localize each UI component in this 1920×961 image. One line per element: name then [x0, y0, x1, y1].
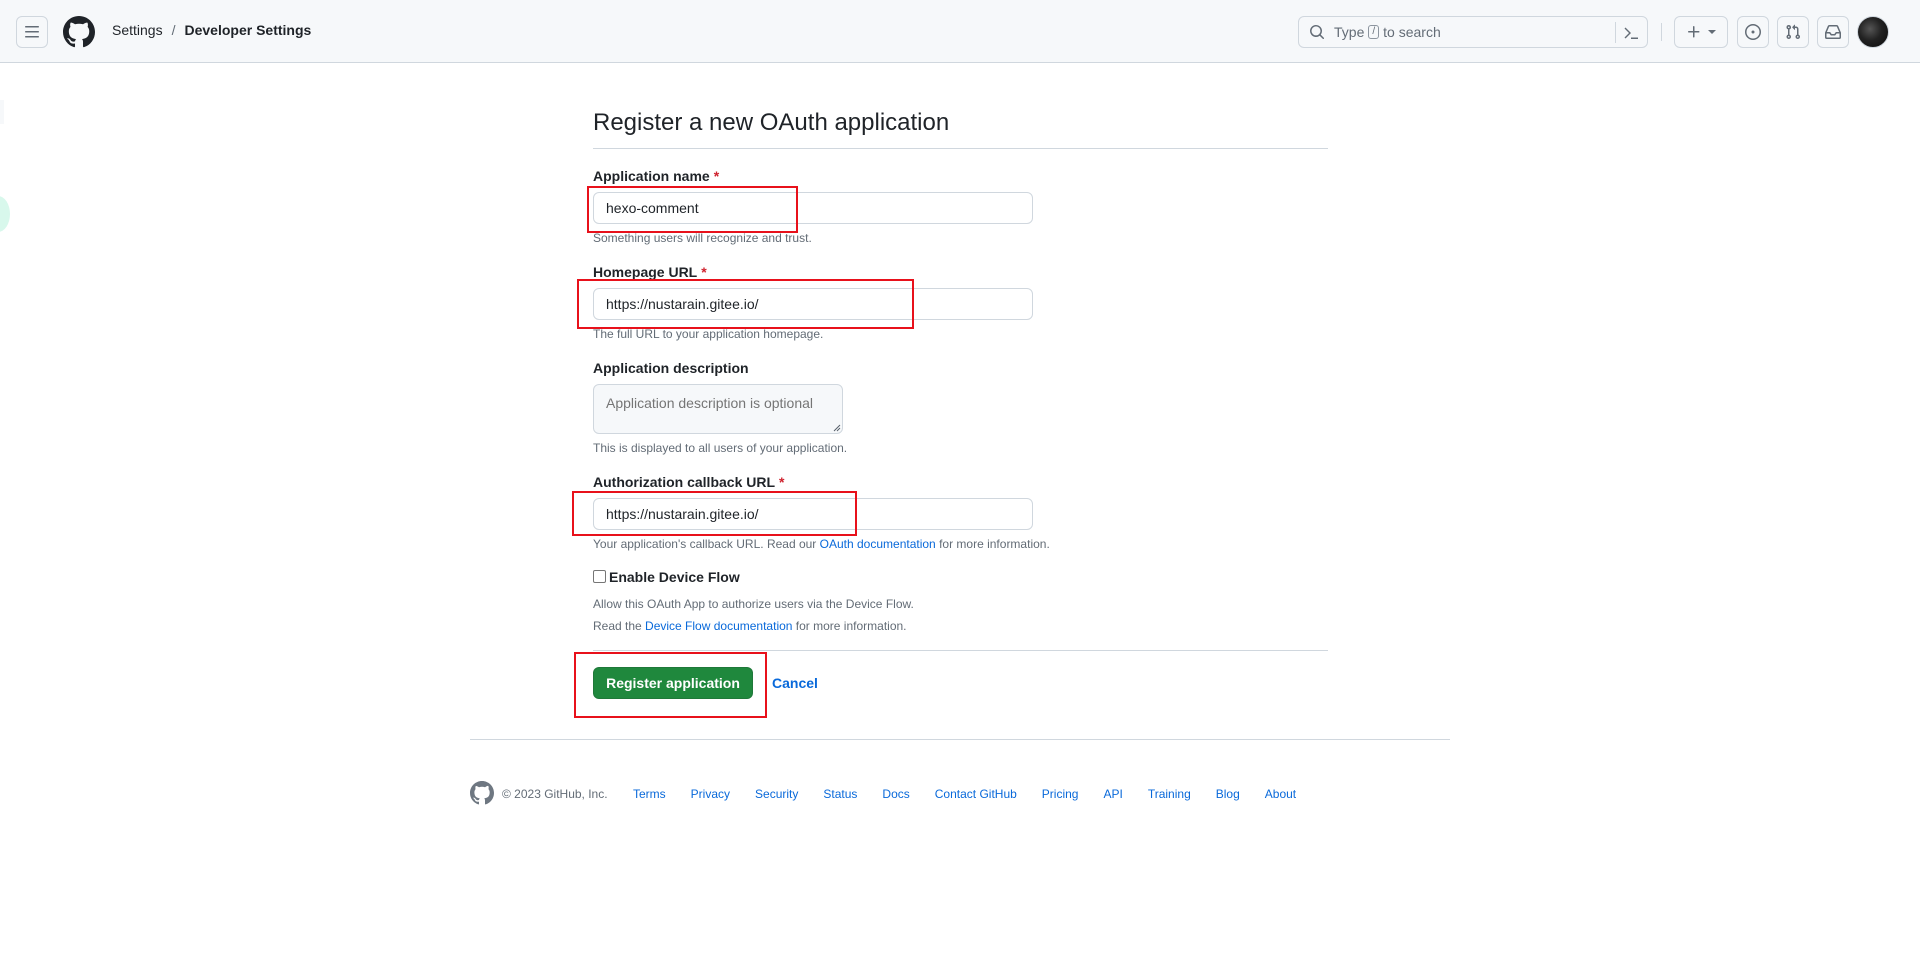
footer-divider — [470, 739, 1450, 740]
callback-note-suffix: for more information. — [939, 537, 1050, 551]
callback-url-label: Authorization callback URL * — [593, 474, 784, 490]
device-flow-note-suffix: for more information. — [795, 619, 907, 633]
app-description-textarea[interactable] — [593, 384, 843, 434]
search-input[interactable]: Type / to search — [1298, 16, 1648, 48]
footer-link-blog[interactable]: Blog — [1216, 787, 1240, 801]
homepage-url-label: Homepage URL * — [593, 264, 707, 280]
device-flow-note: Allow this OAuth App to authorize users … — [593, 597, 914, 611]
cancel-link[interactable]: Cancel — [772, 675, 818, 691]
breadcrumb-developer-settings[interactable]: Developer Settings — [184, 22, 311, 38]
header-divider — [1661, 23, 1662, 41]
footer-link-pricing[interactable]: Pricing — [1042, 787, 1079, 801]
app-name-label-text: Application name — [593, 168, 710, 184]
footer-links: Terms Privacy Security Status Docs Conta… — [633, 787, 1321, 801]
search-divider — [1615, 22, 1616, 43]
title-divider — [593, 148, 1328, 149]
footer-link-about[interactable]: About — [1265, 787, 1296, 801]
resize-grip-icon[interactable] — [833, 424, 841, 432]
required-marker: * — [779, 474, 785, 490]
footer-link-status[interactable]: Status — [823, 787, 857, 801]
highlight-box-homepage-url — [577, 279, 914, 329]
app-description-note: This is displayed to all users of your a… — [593, 441, 848, 455]
highlight-box-callback-url — [572, 491, 857, 536]
breadcrumb: Settings / Developer Settings — [112, 22, 311, 38]
callback-note-prefix: Your application's callback URL. Read ou… — [593, 537, 817, 551]
breadcrumb-settings[interactable]: Settings — [112, 22, 163, 38]
inbox-button[interactable] — [1817, 16, 1849, 48]
menu-button[interactable] — [16, 16, 48, 48]
create-new-button[interactable] — [1674, 16, 1728, 48]
app-name-note: Something users will recognize and trust… — [593, 231, 812, 245]
search-icon — [1310, 25, 1325, 40]
footer-link-security[interactable]: Security — [755, 787, 798, 801]
homepage-url-label-text: Homepage URL — [593, 264, 698, 280]
chevron-down-icon — [1708, 30, 1716, 34]
required-marker: * — [701, 264, 707, 280]
github-footer-logo-icon[interactable] — [470, 781, 494, 805]
app-name-label: Application name * — [593, 168, 719, 184]
issues-button[interactable] — [1737, 16, 1769, 48]
footer-link-api[interactable]: API — [1103, 787, 1122, 801]
callback-url-label-text: Authorization callback URL — [593, 474, 776, 490]
issue-circle-icon — [1745, 24, 1761, 40]
oauth-documentation-link[interactable]: OAuth documentation — [820, 537, 936, 551]
plus-icon — [1688, 26, 1700, 38]
left-edge-tab — [0, 100, 4, 124]
page-title: Register a new OAuth application — [593, 109, 950, 136]
highlight-box-app-name — [587, 186, 798, 233]
top-header: Settings / Developer Settings Type / to … — [0, 0, 1920, 63]
enable-device-flow-checkbox[interactable] — [593, 570, 606, 583]
footer-link-privacy[interactable]: Privacy — [691, 787, 730, 801]
homepage-url-note: The full URL to your application homepag… — [593, 327, 824, 341]
footer-link-contact[interactable]: Contact GitHub — [935, 787, 1017, 801]
search-shortcut-key: / — [1368, 25, 1380, 39]
footer-link-docs[interactable]: Docs — [882, 787, 909, 801]
user-avatar[interactable] — [1857, 16, 1889, 48]
search-placeholder-suffix: to search — [1383, 24, 1441, 40]
highlight-box-register-button — [574, 652, 767, 718]
footer-link-terms[interactable]: Terms — [633, 787, 666, 801]
pull-requests-button[interactable] — [1777, 16, 1809, 48]
breadcrumb-separator: / — [171, 22, 176, 38]
device-flow-documentation-link[interactable]: Device Flow documentation — [645, 619, 792, 633]
hamburger-icon — [25, 26, 39, 38]
inbox-icon — [1825, 25, 1841, 39]
form-divider — [593, 650, 1328, 651]
callback-url-note: Your application's callback URL. Read ou… — [593, 537, 1050, 551]
search-placeholder: Type / to search — [1334, 24, 1441, 40]
app-description-label: Application description — [593, 360, 749, 376]
pull-request-icon — [1786, 24, 1801, 40]
required-marker: * — [713, 168, 720, 184]
command-palette-icon[interactable] — [1623, 25, 1639, 41]
search-placeholder-prefix: Type — [1334, 24, 1365, 40]
left-edge-badge — [0, 196, 10, 232]
github-logo-icon[interactable] — [63, 16, 95, 48]
enable-device-flow-label[interactable]: Enable Device Flow — [609, 569, 740, 585]
device-flow-doc-note: Read the Device Flow documentation for m… — [593, 619, 907, 633]
device-flow-note-prefix: Read the — [593, 619, 642, 633]
footer-link-training[interactable]: Training — [1148, 787, 1191, 801]
footer-copyright: © 2023 GitHub, Inc. — [502, 787, 608, 801]
